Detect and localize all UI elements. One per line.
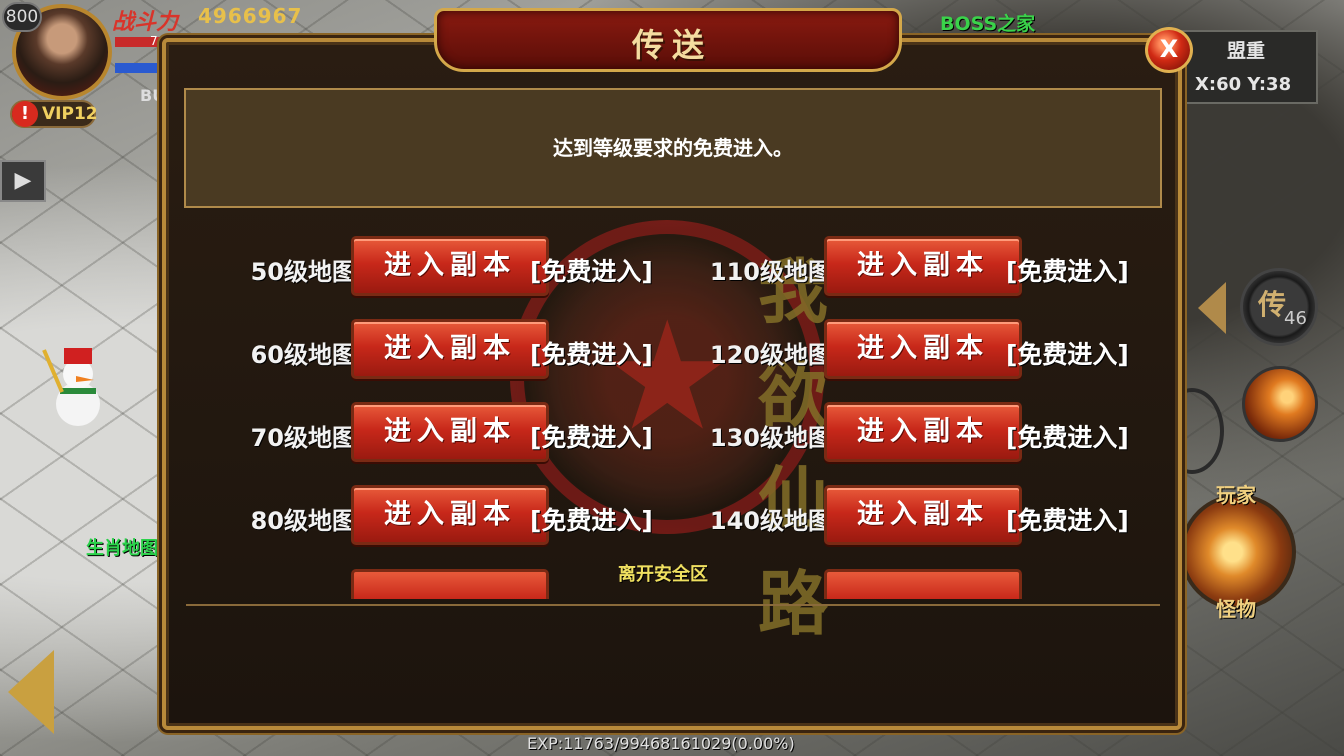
target-mode-player[interactable]: 玩家	[1216, 479, 1256, 508]
enter-dungeon-button[interactable]	[824, 569, 1022, 599]
skill-button[interactable]	[1242, 366, 1318, 442]
enter-dungeon-button[interactable]: 进入副本	[351, 402, 549, 462]
enter-dungeon-button[interactable]: 进入副本	[824, 402, 1022, 462]
enter-dungeon-button[interactable]: 进入副本	[824, 319, 1022, 379]
free-entry-tag: [免费进入]	[530, 340, 653, 369]
zodiac-map-label[interactable]: 生肖地图	[86, 534, 158, 560]
notice-text: 达到等级要求的免费进入。	[553, 136, 793, 160]
snowman-icon	[42, 348, 100, 426]
chevron-left-icon[interactable]	[8, 650, 54, 734]
enter-dungeon-button[interactable]: 进入副本	[351, 485, 549, 545]
map-label: 120级地图	[709, 341, 832, 369]
leave-safe-zone-label: 离开安全区	[618, 564, 708, 585]
teleport-skill-count: 46	[1284, 308, 1307, 329]
free-entry-tag: [免费进入]	[1006, 506, 1129, 535]
map-label: 110级地图	[709, 258, 832, 286]
map-label: 60级地图	[250, 341, 356, 369]
map-label: 140级地图	[709, 507, 832, 535]
free-entry-tag: [免费进入]	[530, 506, 653, 535]
exp-readout: EXP:11763/99468161029(0.00%)	[527, 734, 795, 753]
teleport-skill-glyph: 传	[1258, 288, 1287, 321]
free-entry-tag: [免费进入]	[530, 423, 653, 452]
map-label: 50级地图	[250, 258, 356, 286]
dialog-title: 传送	[631, 26, 712, 64]
enter-dungeon-button[interactable]: 进入副本	[824, 485, 1022, 545]
free-entry-tag: [免费进入]	[1006, 340, 1129, 369]
target-mode-monster[interactable]: 怪物	[1216, 593, 1256, 622]
free-entry-tag: [免费进入]	[1006, 257, 1129, 286]
alert-icon[interactable]: !	[12, 101, 38, 127]
player-coordinates: X:60 Y:38	[1195, 74, 1292, 95]
divider	[186, 604, 1160, 606]
free-entry-tag: [免费进入]	[1006, 423, 1129, 452]
play-icon[interactable]: ▶	[0, 160, 46, 202]
map-label: 80级地图	[250, 507, 356, 535]
enter-dungeon-button[interactable]: 进入副本	[351, 236, 549, 296]
close-button[interactable]: X	[1145, 27, 1193, 73]
enter-dungeon-button[interactable]: 进入副本	[351, 319, 549, 379]
chevron-left-icon[interactable]	[1198, 282, 1226, 334]
enter-dungeon-button[interactable]: 进入副本	[824, 236, 1022, 296]
enter-dungeon-button[interactable]	[351, 569, 549, 599]
free-entry-tag: [免费进入]	[530, 257, 653, 286]
map-label: 70级地图	[250, 424, 356, 452]
map-label: 130级地图	[709, 424, 832, 452]
